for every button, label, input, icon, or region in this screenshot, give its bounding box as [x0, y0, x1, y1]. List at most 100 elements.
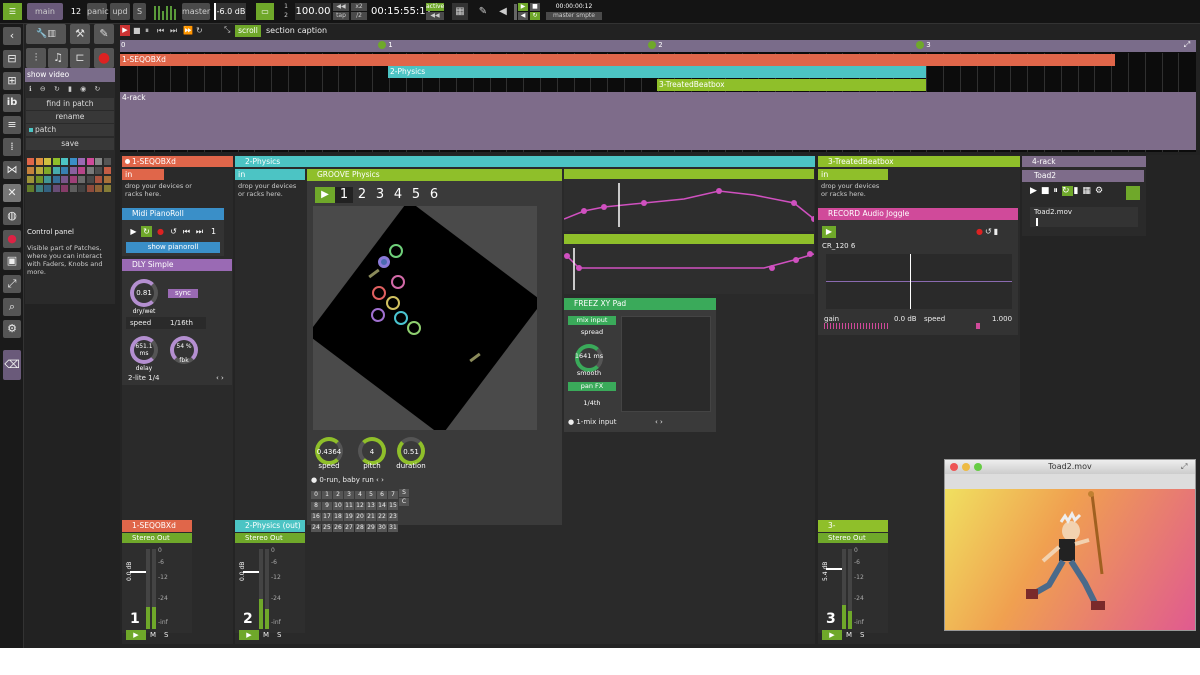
- color-swatch[interactable]: [27, 167, 34, 174]
- color-swatch[interactable]: [78, 185, 85, 192]
- play-small-button[interactable]: ▶: [518, 3, 528, 11]
- patch-1-play-button[interactable]: ▶: [126, 630, 146, 640]
- pan-fx-button[interactable]: pan FX: [568, 382, 616, 391]
- step-cell[interactable]: 7: [388, 491, 398, 499]
- master-smpte-button[interactable]: master smpte: [546, 12, 602, 20]
- s-button[interactable]: S: [133, 3, 146, 20]
- cable-icon[interactable]: ⊏: [70, 48, 90, 68]
- toad-header[interactable]: Toad2: [1022, 170, 1144, 182]
- step-cell[interactable]: 8: [311, 502, 321, 510]
- color-swatch[interactable]: [69, 158, 77, 165]
- patch-item[interactable]: patch: [26, 124, 114, 136]
- fullscreen-icon[interactable]: ⤢: [1181, 462, 1187, 472]
- step-cell[interactable]: 21: [366, 513, 376, 521]
- close-x-icon[interactable]: ✕: [3, 184, 21, 202]
- color-swatch[interactable]: [95, 176, 102, 183]
- tap-button[interactable]: tap: [333, 12, 349, 20]
- color-swatch[interactable]: [61, 176, 68, 183]
- physics-ball[interactable]: [371, 308, 385, 322]
- dly-header[interactable]: DLY Simple: [122, 259, 232, 271]
- patch-3-input[interactable]: in: [818, 169, 888, 180]
- step-cell[interactable]: 15: [388, 502, 398, 510]
- freez-header[interactable]: FREEZ XY Pad: [564, 298, 716, 310]
- stop-small-button[interactable]: ■: [530, 3, 540, 11]
- color-swatch[interactable]: [86, 185, 94, 192]
- pencil-icon[interactable]: ✎: [94, 24, 114, 44]
- main-button[interactable]: main: [27, 3, 63, 20]
- list-icon[interactable]: ≡: [3, 116, 21, 134]
- patch-1-header[interactable]: 1-SEQOBXd: [122, 156, 233, 167]
- timeline-expand-icon[interactable]: ⤢: [1180, 40, 1194, 52]
- color-swatch[interactable]: [52, 185, 60, 192]
- step-cell[interactable]: 30: [377, 524, 387, 532]
- step-cell[interactable]: 23: [388, 513, 398, 521]
- color-swatch[interactable]: [61, 185, 68, 192]
- patch-3-stereo-out[interactable]: Stereo Out: [818, 533, 888, 543]
- speed-value[interactable]: 1.000: [992, 315, 1012, 323]
- patch-2-solo[interactable]: S: [277, 630, 287, 640]
- color-swatch[interactable]: [44, 185, 51, 192]
- next-icon[interactable]: ⏭: [170, 25, 182, 36]
- spread-toggle[interactable]: spread: [568, 328, 616, 337]
- play-icon[interactable]: ▶: [120, 25, 130, 36]
- step-cell[interactable]: 25: [322, 524, 332, 532]
- scroll-toggle[interactable]: scroll: [235, 25, 261, 37]
- record-play-button[interactable]: ▶: [822, 226, 836, 238]
- step-cell[interactable]: 3: [344, 491, 354, 499]
- step-cell[interactable]: 31: [388, 524, 398, 532]
- step-cell[interactable]: 28: [355, 524, 365, 532]
- groove-tab-6[interactable]: 6: [425, 187, 443, 203]
- step-cell[interactable]: 14: [377, 502, 387, 510]
- patch-2-play-button[interactable]: ▶: [239, 630, 259, 640]
- marker-3[interactable]: 3: [916, 41, 931, 49]
- groove-play-button[interactable]: ▶: [315, 187, 335, 203]
- patch-1-db[interactable]: 0.0 dB: [126, 547, 134, 581]
- audio-file-name[interactable]: CR_120 6: [822, 242, 902, 250]
- lane-2[interactable]: [564, 244, 815, 294]
- patch-2-stereo-out[interactable]: Stereo Out: [235, 533, 305, 543]
- color-swatch[interactable]: [103, 185, 111, 192]
- groove-header[interactable]: GROOVE Physics: [307, 169, 562, 181]
- patch-3-header[interactable]: 3-TreatedBeatbox: [818, 156, 1020, 167]
- gear-icon[interactable]: ⚙: [3, 320, 21, 338]
- color-swatch[interactable]: [86, 158, 94, 165]
- groove-tab-3[interactable]: 3: [371, 187, 389, 203]
- fit-icon[interactable]: ⤡: [224, 25, 234, 37]
- patch-2-mute[interactable]: M: [263, 630, 273, 640]
- lane-1-header[interactable]: [564, 169, 814, 179]
- color-swatch[interactable]: [44, 167, 51, 174]
- prev-icon[interactable]: ⏮: [157, 25, 169, 36]
- color-swatch[interactable]: [103, 167, 111, 174]
- physics-canvas[interactable]: [313, 206, 537, 430]
- patch-1-mute[interactable]: M: [150, 630, 160, 640]
- movie-transport[interactable]: ▶■⏸↻▮▦⚙: [1030, 186, 1130, 200]
- tempo-nudge-down[interactable]: ◀◀: [333, 3, 349, 11]
- step-grid-c-button[interactable]: C: [399, 498, 409, 506]
- patch-2-input[interactable]: in: [235, 169, 305, 180]
- color-swatch[interactable]: [61, 158, 68, 165]
- patch-1-fader[interactable]: [130, 571, 146, 573]
- patch-3-out-header[interactable]: 3-TreatedBeatbox: [818, 520, 888, 542]
- color-swatch[interactable]: [86, 167, 94, 174]
- mix-input-button[interactable]: mix input: [568, 316, 616, 325]
- clip-2-physics[interactable]: 2-Physics: [388, 66, 926, 78]
- patch-3-solo[interactable]: S: [860, 630, 870, 640]
- step-cell[interactable]: 12: [355, 502, 365, 510]
- patch-3-mute[interactable]: M: [846, 630, 856, 640]
- record-icon[interactable]: ●: [3, 230, 21, 248]
- groove-tab-2[interactable]: 2: [353, 187, 371, 203]
- trash-icon[interactable]: ⌫: [3, 350, 21, 380]
- color-swatch[interactable]: [95, 158, 102, 165]
- color-swatch[interactable]: [27, 185, 34, 192]
- panic-button[interactable]: panic: [87, 3, 109, 20]
- film-icon[interactable]: ▦: [452, 3, 468, 20]
- color-swatch[interactable]: [69, 167, 77, 174]
- step-cell[interactable]: 26: [333, 524, 343, 532]
- tempo-div2-button[interactable]: /2: [351, 12, 367, 20]
- show-pianoroll-button[interactable]: show pianoroll: [126, 242, 220, 253]
- step-cell[interactable]: 17: [322, 513, 332, 521]
- step-cell[interactable]: 27: [344, 524, 354, 532]
- color-swatch[interactable]: [69, 185, 77, 192]
- color-swatch[interactable]: [52, 176, 60, 183]
- color-swatch[interactable]: [78, 158, 85, 165]
